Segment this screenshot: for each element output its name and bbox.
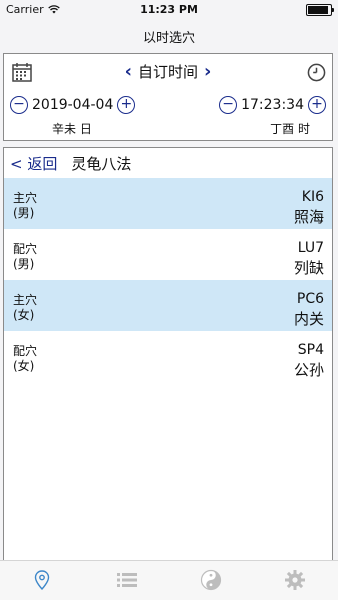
point-name: 列缺 [293,259,324,277]
point-code: PC6 [296,291,324,307]
time-control: − 17:23:34 + [219,96,326,114]
point-role: 主穴 (男) [13,191,38,220]
location-pin-icon[interactable] [31,569,53,591]
point-name: 内关 [293,310,324,328]
date-control: − 2019-04-04 + [10,96,136,114]
point-role: 主穴 (女) [13,293,38,322]
time-value[interactable]: 17:23:34 [241,97,304,113]
time-mode-selector: ‹ 自订时间 › [4,61,332,82]
tab-bar [0,560,338,600]
time-panel: ‹ 自订时间 › − 2019-04-04 + − 17:23:34 + 辛未 … [3,53,333,141]
results-card: < 返回 灵龟八法 主穴 (男) KI6 照海配穴 (男) LU7 列缺主穴 (女) PC… [3,147,333,563]
point-role: 配穴 (男) [13,242,38,271]
battery-icon [306,4,334,16]
hour-ganzhi-label: 丁酉 时 [270,122,310,136]
chevron-right-icon[interactable]: › [204,62,211,81]
page-title: 以时选穴 [142,31,195,46]
point-name: 照海 [293,208,324,226]
date-decrement-button[interactable]: − [10,96,28,114]
list-icon[interactable] [116,569,138,591]
clock-icon[interactable] [307,63,326,82]
day-ganzhi-label: 辛未 日 [52,122,92,136]
status-bar: Carrier 11:23 PM [0,0,338,20]
point-row[interactable]: 主穴 (女) PC6 内关 [4,280,332,331]
method-title: 灵龟八法 [71,154,132,173]
chevron-left-icon[interactable]: ‹ [125,62,132,81]
gear-icon[interactable] [284,569,306,591]
point-list: 主穴 (男) KI6 照海配穴 (男) LU7 列缺主穴 (女) PC6 内关配穴 (女) S… [4,178,332,382]
point-code: KI6 [301,189,324,205]
status-time: 11:23 PM [140,3,198,16]
point-name: 公孙 [293,361,324,379]
point-role: 配穴 (女) [13,344,38,373]
point-row[interactable]: 配穴 (女) SP4 公孙 [4,331,332,382]
back-button[interactable]: < 返回 [10,153,57,174]
time-increment-button[interactable]: + [308,96,326,114]
yin-yang-icon[interactable] [200,569,222,591]
point-row[interactable]: 主穴 (男) KI6 照海 [4,178,332,229]
time-mode-label: 自订时间 [137,63,198,81]
battery-level-fill [308,6,328,14]
time-decrement-button[interactable]: − [219,96,238,114]
point-code: SP4 [297,342,324,358]
date-value[interactable]: 2019-04-04 [32,97,113,113]
point-row[interactable]: 配穴 (男) LU7 列缺 [4,229,332,280]
date-increment-button[interactable]: + [117,96,136,114]
point-code: LU7 [297,240,324,256]
results-header: < 返回 灵龟八法 [4,148,332,178]
